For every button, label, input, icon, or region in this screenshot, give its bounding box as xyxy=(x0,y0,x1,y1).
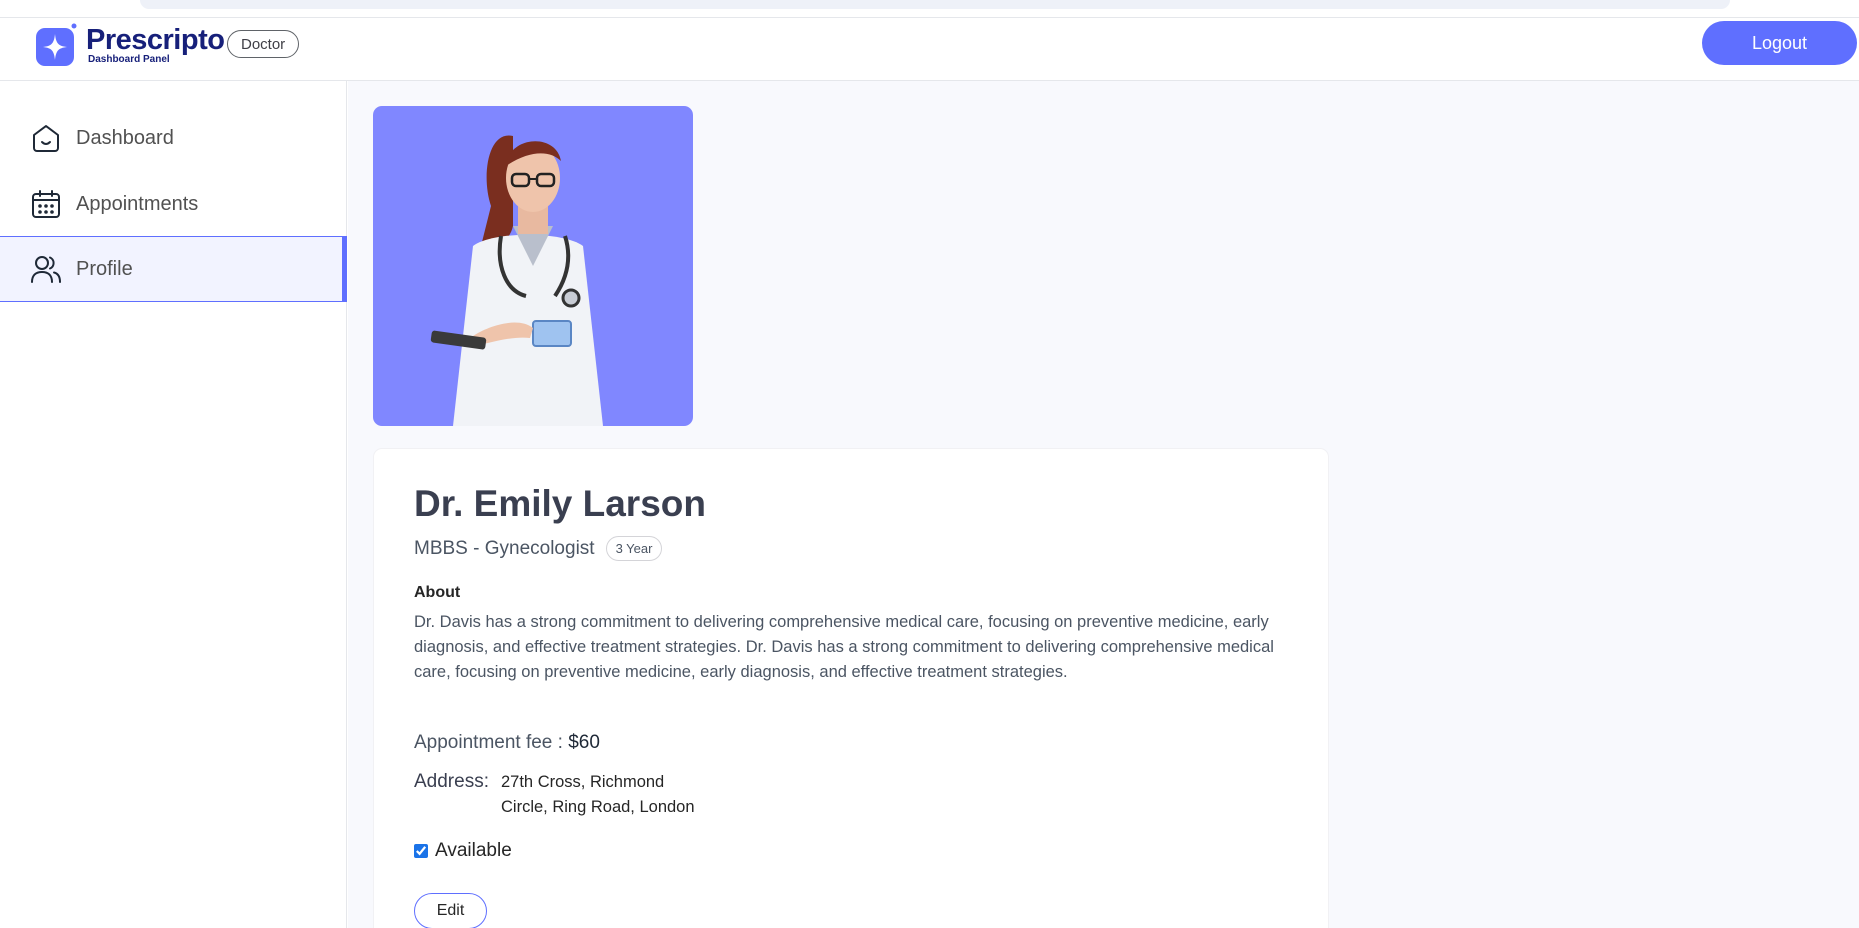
about-title: About xyxy=(414,584,461,601)
role-badge: Doctor xyxy=(227,30,300,58)
sidebar-item-label: Profile xyxy=(76,257,133,280)
sidebar-item-appointments[interactable]: Appointments xyxy=(0,171,347,237)
logo-icon xyxy=(36,23,77,66)
doctor-illustration xyxy=(430,135,603,426)
browser-strip xyxy=(0,0,1859,18)
doctor-name: Dr. Emily Larson xyxy=(414,483,706,524)
browser-address-bar[interactable] xyxy=(140,0,1730,9)
available-label: Available xyxy=(435,840,512,861)
edit-button[interactable]: Edit xyxy=(414,893,487,928)
doctor-photo xyxy=(373,106,693,426)
sidebar-item-profile[interactable]: Profile xyxy=(0,236,347,302)
doctor-degree: MBBS - Gynecologist xyxy=(414,537,595,559)
top-navbar: Prescripto Dashboard Panel Doctor Logout xyxy=(0,18,1859,81)
sidebar-item-label: Dashboard xyxy=(76,126,174,149)
available-checkbox[interactable] xyxy=(414,844,428,858)
main-content: Dr. Emily Larson MBBS - Gynecologist 3 Y… xyxy=(348,81,1859,928)
sidebar-item-dashboard[interactable]: Dashboard xyxy=(0,105,347,171)
logout-button[interactable]: Logout xyxy=(1702,21,1857,65)
people-icon xyxy=(31,256,61,283)
sidebar: Dashboard Appointments Profile xyxy=(0,81,347,928)
fee-label: Appointment fee : xyxy=(414,732,563,753)
availability-toggle[interactable]: Available xyxy=(414,840,512,862)
calendar-icon xyxy=(32,190,60,218)
profile-card: Dr. Emily Larson MBBS - Gynecologist 3 Y… xyxy=(373,448,1329,928)
doctor-degree-row: MBBS - Gynecologist 3 Year xyxy=(414,536,663,561)
logo[interactable]: Prescripto Dashboard Panel xyxy=(36,23,225,67)
appointment-fee: Appointment fee : $60 xyxy=(414,732,600,754)
home-icon xyxy=(33,125,59,152)
app-name: Prescripto xyxy=(86,24,225,56)
experience-badge: 3 Year xyxy=(605,536,663,561)
address-line-1: 27th Cross, Richmond xyxy=(501,773,665,791)
address-label: Address: xyxy=(414,771,489,792)
about-text: Dr. Davis has a strong commitment to del… xyxy=(414,613,1274,681)
address-line-2: Circle, Ring Road, London xyxy=(501,798,695,816)
app-subtitle: Dashboard Panel xyxy=(88,54,170,65)
fee-value: $60 xyxy=(568,732,600,753)
address-value: 27th Cross, Richmond Circle, Ring Road, … xyxy=(501,770,695,820)
sidebar-item-label: Appointments xyxy=(76,192,199,215)
